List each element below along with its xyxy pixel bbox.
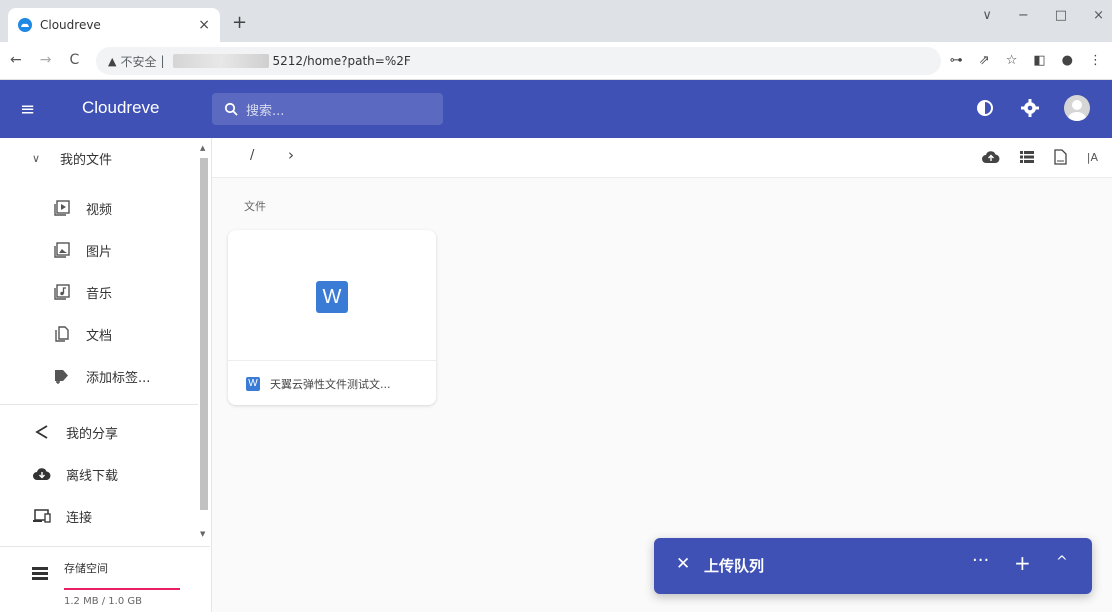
file-card-footer[interactable]: W 天翼云弹性文件测试文... [228, 362, 436, 405]
file-name: 天翼云弹性文件测试文... [270, 377, 391, 391]
hamburger-menu-icon[interactable]: ≡ [20, 99, 35, 120]
profile-icon[interactable]: ● [1062, 53, 1073, 68]
close-window-button[interactable]: × [1093, 8, 1104, 23]
storage-panel: 存储空间 1.2 MB / 1.0 GB [0, 548, 210, 612]
sidebar-item-connect[interactable]: 连接 [0, 496, 198, 536]
app-title: Cloudreve [82, 98, 160, 117]
file-preview[interactable]: W [228, 230, 436, 361]
nav-buttons: ← → C [10, 52, 79, 68]
sidebar-divider [0, 404, 198, 405]
breadcrumb-arrow-icon[interactable]: › [288, 146, 294, 164]
sidebar-item-my-share[interactable]: 我的分享 [0, 412, 198, 452]
security-status: 不安全 [120, 54, 157, 69]
music-icon [54, 284, 70, 300]
chevron-down-icon[interactable]: ∨ [26, 152, 46, 165]
file-view-icon[interactable] [1054, 149, 1067, 165]
file-card[interactable]: W W 天翼云弹性文件测试文... [228, 230, 436, 405]
storage-icon [32, 567, 48, 580]
warning-icon: ▲ [108, 54, 117, 68]
sidebar-item-label: 我的文件 [60, 152, 113, 168]
share-page-icon[interactable]: ⇗ [979, 53, 990, 68]
forward-icon[interactable]: → [40, 52, 52, 68]
upload-queue-panel: ✕ 上传队列 ··· + ^ [654, 538, 1092, 594]
devices-icon [33, 509, 51, 523]
sidebar-item-label: 我的分享 [66, 426, 119, 442]
breadcrumb-root[interactable]: / [250, 148, 254, 163]
sidebar-item-label: 图片 [86, 244, 113, 260]
browser-tab[interactable]: Cloudreve × [8, 8, 220, 42]
sidebar: ∨ 我的文件 视频 图片 音乐 文档 添加标签... 我的分享 离线下载 连接 … [0, 138, 212, 612]
maximize-button[interactable]: □ [1055, 8, 1067, 23]
sidebar-item-label: 音乐 [86, 286, 113, 302]
sidebar-divider [0, 546, 210, 547]
cloudreve-favicon-icon [18, 18, 32, 32]
blurred-host [172, 54, 269, 68]
chevron-up-icon[interactable]: ^ [1056, 554, 1068, 570]
scroll-up-icon[interactable]: ▲ [200, 144, 205, 152]
address-bar[interactable]: ▲ 不安全 | 5212/home?path=%2F [96, 47, 941, 75]
sidebar-item-music[interactable]: 音乐 [0, 272, 198, 312]
sort-icon[interactable]: |A [1087, 151, 1098, 164]
close-icon[interactable]: ✕ [676, 554, 690, 574]
theme-toggle-icon[interactable] [974, 97, 996, 119]
document-icon [55, 326, 69, 342]
section-heading: 文件 [244, 200, 266, 213]
sidebar-scrollbar[interactable]: ▲ ▼ [200, 144, 208, 540]
sidebar-item-label: 添加标签... [86, 370, 151, 386]
sidebar-item-label: 视频 [86, 202, 113, 218]
bookmark-star-icon[interactable]: ☆ [1006, 53, 1018, 68]
tab-title: Cloudreve [40, 18, 101, 32]
user-avatar[interactable] [1064, 95, 1090, 121]
share-icon [35, 425, 48, 439]
search-input[interactable]: 搜索... [212, 93, 443, 125]
reload-icon[interactable]: C [69, 52, 79, 68]
app-bar-actions [974, 95, 1090, 121]
sidebar-item-video[interactable]: 视频 [0, 188, 198, 228]
url-text: 5212/home?path=%2F [272, 54, 411, 68]
add-upload-icon[interactable]: + [1014, 551, 1031, 575]
word-file-small-icon: W [246, 376, 260, 391]
storage-usage-bar [64, 588, 180, 590]
list-view-icon[interactable] [1019, 151, 1034, 163]
sidebar-item-label: 文档 [86, 328, 113, 344]
side-panel-icon[interactable]: ◧ [1033, 53, 1045, 68]
cloud-download-icon [33, 468, 51, 480]
sidebar-item-offline-download[interactable]: 离线下载 [0, 454, 198, 494]
search-placeholder: 搜索... [246, 103, 285, 119]
key-icon[interactable]: ⊶ [950, 53, 963, 68]
new-tab-button[interactable]: + [232, 12, 247, 33]
tab-search-icon[interactable]: ∨ [982, 8, 992, 23]
search-icon [224, 102, 238, 116]
sidebar-item-images[interactable]: 图片 [0, 230, 198, 270]
browser-tab-bar: Cloudreve × + ∨ − □ × [0, 0, 1112, 42]
storage-value: 1.2 MB / 1.0 GB [64, 596, 142, 607]
url-separator: | [160, 54, 165, 68]
tag-add-icon [55, 370, 68, 384]
back-icon[interactable]: ← [10, 52, 22, 68]
video-icon [54, 200, 70, 216]
storage-label: 存储空间 [64, 562, 108, 575]
tab-close-icon[interactable]: × [198, 17, 210, 33]
browser-menu-icon[interactable]: ⋮ [1089, 53, 1102, 68]
app-bar: ≡ Cloudreve 搜索... [0, 80, 1112, 138]
scroll-down-icon[interactable]: ▼ [200, 530, 205, 538]
sidebar-item-my-files[interactable]: ∨ 我的文件 [0, 138, 198, 178]
window-controls: ∨ − □ × [982, 8, 1104, 23]
sidebar-item-documents[interactable]: 文档 [0, 314, 198, 354]
view-tools: |A [981, 149, 1098, 165]
settings-gear-icon[interactable] [1020, 98, 1040, 118]
address-bar-actions: ⊶ ⇗ ☆ ◧ ● ⋮ [950, 53, 1102, 68]
upload-queue-title: 上传队列 [704, 557, 765, 575]
browser-toolbar: ← → C ▲ 不安全 | 5212/home?path=%2F ⊶ ⇗ ☆ ◧… [0, 42, 1112, 80]
sidebar-item-label: 连接 [66, 510, 93, 526]
image-icon [54, 242, 70, 258]
cloud-upload-icon[interactable] [981, 150, 1000, 164]
sidebar-item-add-tag[interactable]: 添加标签... [0, 356, 198, 396]
scrollbar-thumb[interactable] [200, 158, 208, 510]
sidebar-item-label: 离线下载 [66, 468, 119, 484]
word-file-icon: W [316, 281, 348, 313]
more-options-icon[interactable]: ··· [972, 550, 989, 571]
breadcrumb: / › |A [212, 138, 1112, 178]
minimize-button[interactable]: − [1018, 8, 1029, 23]
